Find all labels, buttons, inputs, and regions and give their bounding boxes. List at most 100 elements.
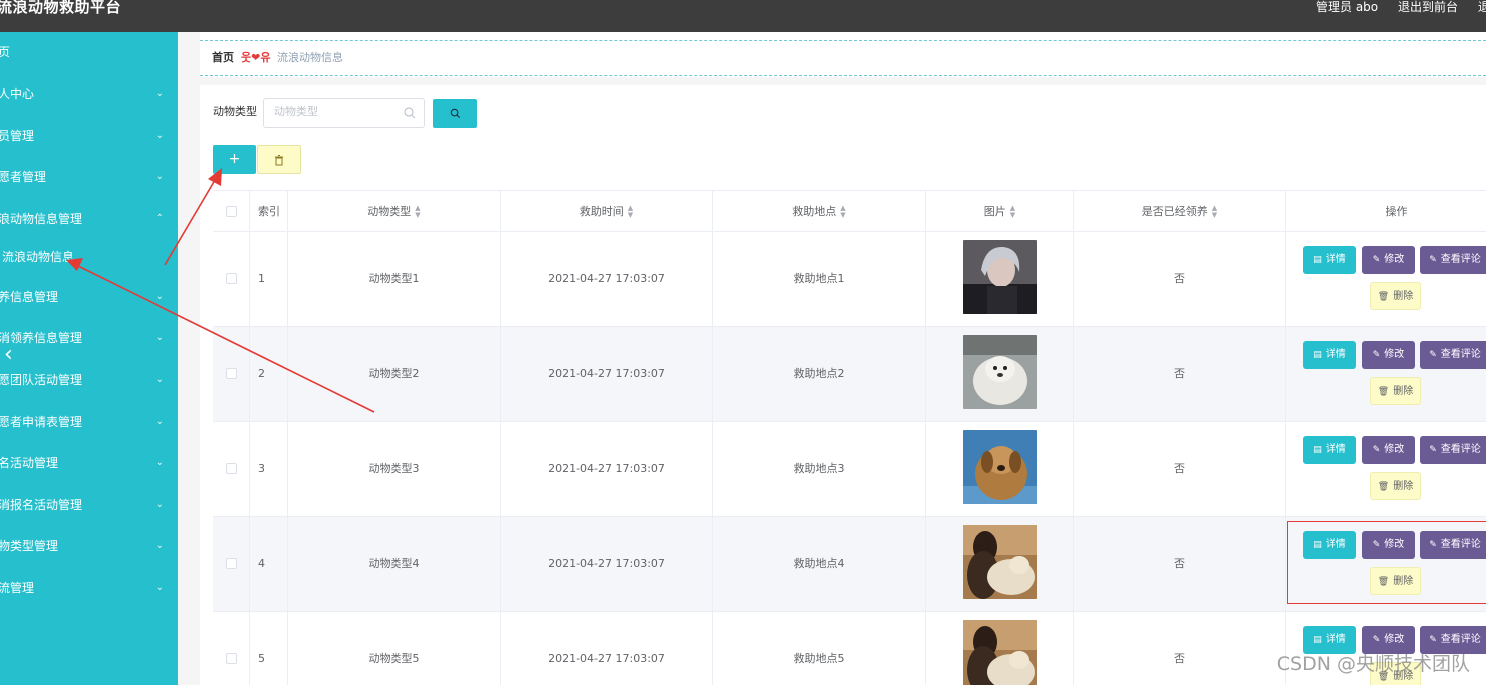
row-checkbox[interactable] [226, 368, 237, 379]
cell-index: 1 [250, 232, 288, 326]
column-header-rescue-place[interactable]: 救助地点 ▲ ▼ [713, 191, 926, 232]
sidebar-item-signup-activity-management[interactable]: 名活动管理 ⌄ [0, 443, 178, 483]
button-label: 修改 [1384, 254, 1405, 265]
sidebar-item-team-activity-management[interactable]: 愿团队活动管理 ⌄ [0, 360, 178, 400]
sidebar: 页 人中心 ⌄ 员管理 ⌄ 愿者管理 ⌄ 浪动物信息管理 ⌃ 流浪动物信息 养信… [0, 32, 178, 685]
sidebar-item-stray-animal-info[interactable]: 流浪动物信息 [0, 237, 178, 277]
index-value: 1 [258, 272, 265, 285]
column-header-label: 索引 [258, 205, 280, 218]
view-comments-button[interactable]: ✎ 查看评论 [1420, 341, 1486, 369]
chevron-down-icon: ⌄ [155, 416, 164, 427]
sidebar-item-volunteer-management[interactable]: 愿者管理 ⌄ [0, 157, 178, 197]
search-field[interactable] [263, 98, 425, 128]
detail-button[interactable]: ▤ 详情 [1303, 436, 1356, 464]
watermark: CSDN @央顺技术团队 [1276, 653, 1470, 675]
chevron-left-icon[interactable]: ‹ [4, 344, 13, 366]
sidebar-item-adoption-management[interactable]: 养信息管理 ⌄ [0, 277, 178, 317]
trash-icon: 🗑 [1377, 482, 1390, 492]
sort-icon[interactable]: ▲ ▼ [1010, 205, 1015, 219]
breadcrumb-home[interactable]: 首页 [212, 51, 234, 65]
table-row: 2 动物类型2 2021-04-27 17:03:07 救助地点2 否 ▤ 详情 ✎ 修改 ✎ 查看… [213, 327, 1486, 422]
sidebar-item-user-management[interactable]: 员管理 ⌄ [0, 116, 178, 156]
select-all-cell [213, 191, 250, 232]
cell-rescue-place: 救助地点5 [713, 612, 926, 685]
delete-button[interactable]: 🗑 删除 [1370, 282, 1421, 310]
sidebar-item-volunteer-application-management[interactable]: 愿者申请表管理 ⌄ [0, 402, 178, 442]
edit-button[interactable]: ✎ 修改 [1362, 436, 1415, 464]
chevron-down-icon: ⌄ [155, 457, 164, 468]
cell-rescue-place: 救助地点4 [713, 517, 926, 611]
cell-animal-type: 动物类型1 [288, 232, 501, 326]
select-all-checkbox[interactable] [226, 206, 237, 217]
sort-icon[interactable]: ▲ ▼ [840, 205, 845, 219]
button-label: 查看评论 [1440, 349, 1481, 360]
document-icon: ▤ [1313, 635, 1322, 645]
sidebar-item-cancel-adoption-management[interactable]: 消领养信息管理 ⌄ [0, 318, 178, 358]
sidebar-item-stray-animal-management[interactable]: 浪动物信息管理 ⌃ [0, 199, 178, 239]
sidebar-item-label: 养信息管理 [0, 290, 59, 304]
sidebar-item-label: 名活动管理 [0, 456, 59, 470]
column-header-animal-type[interactable]: 动物类型 ▲ ▼ [288, 191, 501, 232]
column-header-index: 索引 [250, 191, 288, 232]
animal-type-value: 动物类型2 [368, 367, 420, 380]
rescue-place-value: 救助地点2 [793, 367, 845, 380]
sidebar-item-home[interactable]: 页 [0, 32, 178, 72]
edit-button[interactable]: ✎ 修改 [1362, 246, 1415, 274]
document-icon: ▤ [1313, 255, 1322, 265]
logout-link[interactable]: 退出 [1478, 0, 1486, 14]
adopted-value: 否 [1174, 272, 1185, 285]
column-header-rescue-time[interactable]: 救助时间 ▲ ▼ [501, 191, 713, 232]
pencil-icon: ✎ [1372, 350, 1381, 360]
animal-type-value: 动物类型3 [368, 462, 420, 475]
detail-button[interactable]: ▤ 详情 [1303, 246, 1356, 274]
column-header-adopted[interactable]: 是否已经领养 ▲ ▼ [1074, 191, 1286, 232]
breadcrumb-current: 流浪动物信息 [277, 51, 343, 64]
sort-icon[interactable]: ▲ ▼ [628, 205, 633, 219]
view-comments-button[interactable]: ✎ 查看评论 [1420, 436, 1486, 464]
edit-button[interactable]: ✎ 修改 [1362, 341, 1415, 369]
row-checkbox[interactable] [226, 463, 237, 474]
button-label: 修改 [1384, 444, 1405, 455]
add-button[interactable]: + [213, 145, 256, 174]
sidebar-item-personal-center[interactable]: 人中心 ⌄ [0, 74, 178, 114]
front-link[interactable]: 退出到前台 [1398, 0, 1458, 14]
row-checkbox[interactable] [226, 273, 237, 284]
row-checkbox[interactable] [226, 558, 237, 569]
column-header-image[interactable]: 图片 ▲ ▼ [926, 191, 1074, 232]
button-label: 详情 [1325, 634, 1346, 645]
row-checkbox[interactable] [226, 653, 237, 664]
row-select-cell [213, 517, 250, 611]
delete-button[interactable]: 🗑 删除 [1370, 472, 1421, 500]
section-divider [200, 77, 1486, 85]
sidebar-item-animal-type-management[interactable]: 物类型管理 ⌄ [0, 526, 178, 566]
chevron-down-icon: ⌄ [155, 374, 164, 385]
admin-label[interactable]: 管理员 abo [1316, 0, 1378, 14]
cell-index: 3 [250, 422, 288, 516]
search-input[interactable] [274, 106, 394, 118]
document-icon: ▤ [1313, 350, 1322, 360]
index-value: 4 [258, 557, 265, 570]
button-label: 删除 [1393, 291, 1414, 302]
search-button[interactable] [433, 99, 477, 128]
rescue-place-value: 救助地点5 [793, 652, 845, 665]
sidebar-item-cancel-signup-management[interactable]: 消报名活动管理 ⌄ [0, 485, 178, 525]
view-comments-button[interactable]: ✎ 查看评论 [1420, 246, 1486, 274]
sidebar-item-exchange-management[interactable]: 流管理 ⌄ [0, 568, 178, 608]
sort-icon[interactable]: ▲ ▼ [1212, 205, 1217, 219]
adopted-value: 否 [1174, 367, 1185, 380]
sort-icon[interactable]: ▲ ▼ [415, 205, 420, 219]
sidebar-item-label: 人中心 [0, 87, 35, 101]
detail-button[interactable]: ▤ 详情 [1303, 341, 1356, 369]
animal-photo [963, 430, 1037, 504]
chevron-down-icon: ⌄ [155, 88, 164, 99]
delete-button[interactable]: 🗑 删除 [1370, 377, 1421, 405]
chevron-down-icon: ⌄ [155, 291, 164, 302]
annotation-highlight-box [1287, 521, 1486, 604]
sidebar-item-label: 浪动物信息管理 [0, 212, 83, 226]
cell-index: 2 [250, 327, 288, 421]
cell-adopted: 否 [1074, 422, 1286, 516]
column-header-label: 操作 [1385, 205, 1408, 218]
column-header-label: 救助地点 [792, 205, 837, 218]
batch-delete-button[interactable] [257, 145, 301, 174]
adopted-value: 否 [1174, 557, 1185, 570]
